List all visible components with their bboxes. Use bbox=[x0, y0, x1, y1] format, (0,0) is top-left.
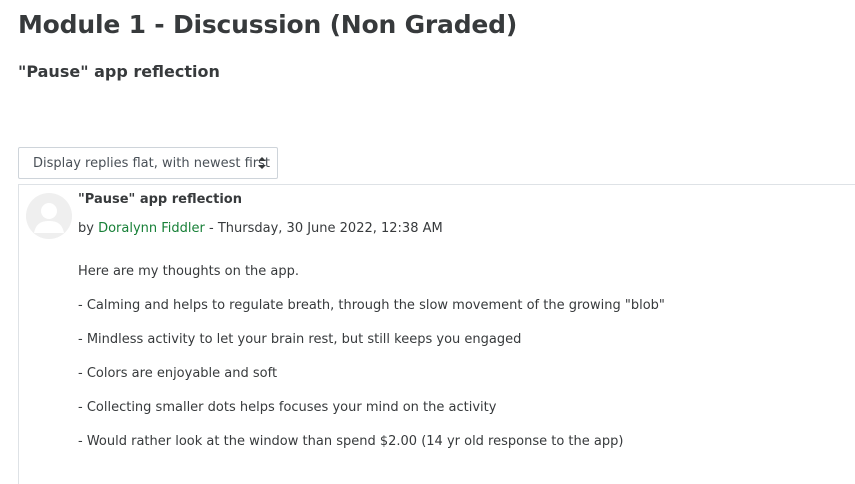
post-byline: by Doralynn Fiddler - Thursday, 30 June … bbox=[78, 221, 443, 236]
post-subject: "Pause" app reflection bbox=[78, 192, 242, 207]
page-title: Module 1 - Discussion (Non Graded) bbox=[18, 10, 518, 39]
discussion-subtitle: "Pause" app reflection bbox=[18, 62, 220, 81]
display-mode-label: Display replies flat, with newest first bbox=[33, 155, 270, 171]
post-date: - Thursday, 30 June 2022, 12:38 AM bbox=[204, 221, 443, 236]
post-paragraph: - Collecting smaller dots helps focuses … bbox=[78, 400, 497, 415]
display-mode-select[interactable]: Display replies flat, with newest first bbox=[18, 147, 278, 179]
post-paragraph: - Mindless activity to let your brain re… bbox=[78, 332, 522, 347]
post-paragraph: - Colors are enjoyable and soft bbox=[78, 366, 278, 381]
post-content: Here are my thoughts on the app. - Calmi… bbox=[78, 263, 665, 467]
user-avatar-icon[interactable] bbox=[26, 193, 72, 239]
post-paragraph: - Calming and helps to regulate breath, … bbox=[78, 298, 665, 313]
author-link[interactable]: Doralynn Fiddler bbox=[98, 221, 205, 236]
forum-post: "Pause" app reflection by Doralynn Fiddl… bbox=[18, 184, 855, 484]
post-paragraph: - Would rather look at the window than s… bbox=[78, 434, 624, 449]
post-paragraph: Here are my thoughts on the app. bbox=[78, 264, 300, 279]
sort-caret-icon bbox=[258, 157, 266, 169]
byline-prefix: by bbox=[78, 221, 99, 236]
